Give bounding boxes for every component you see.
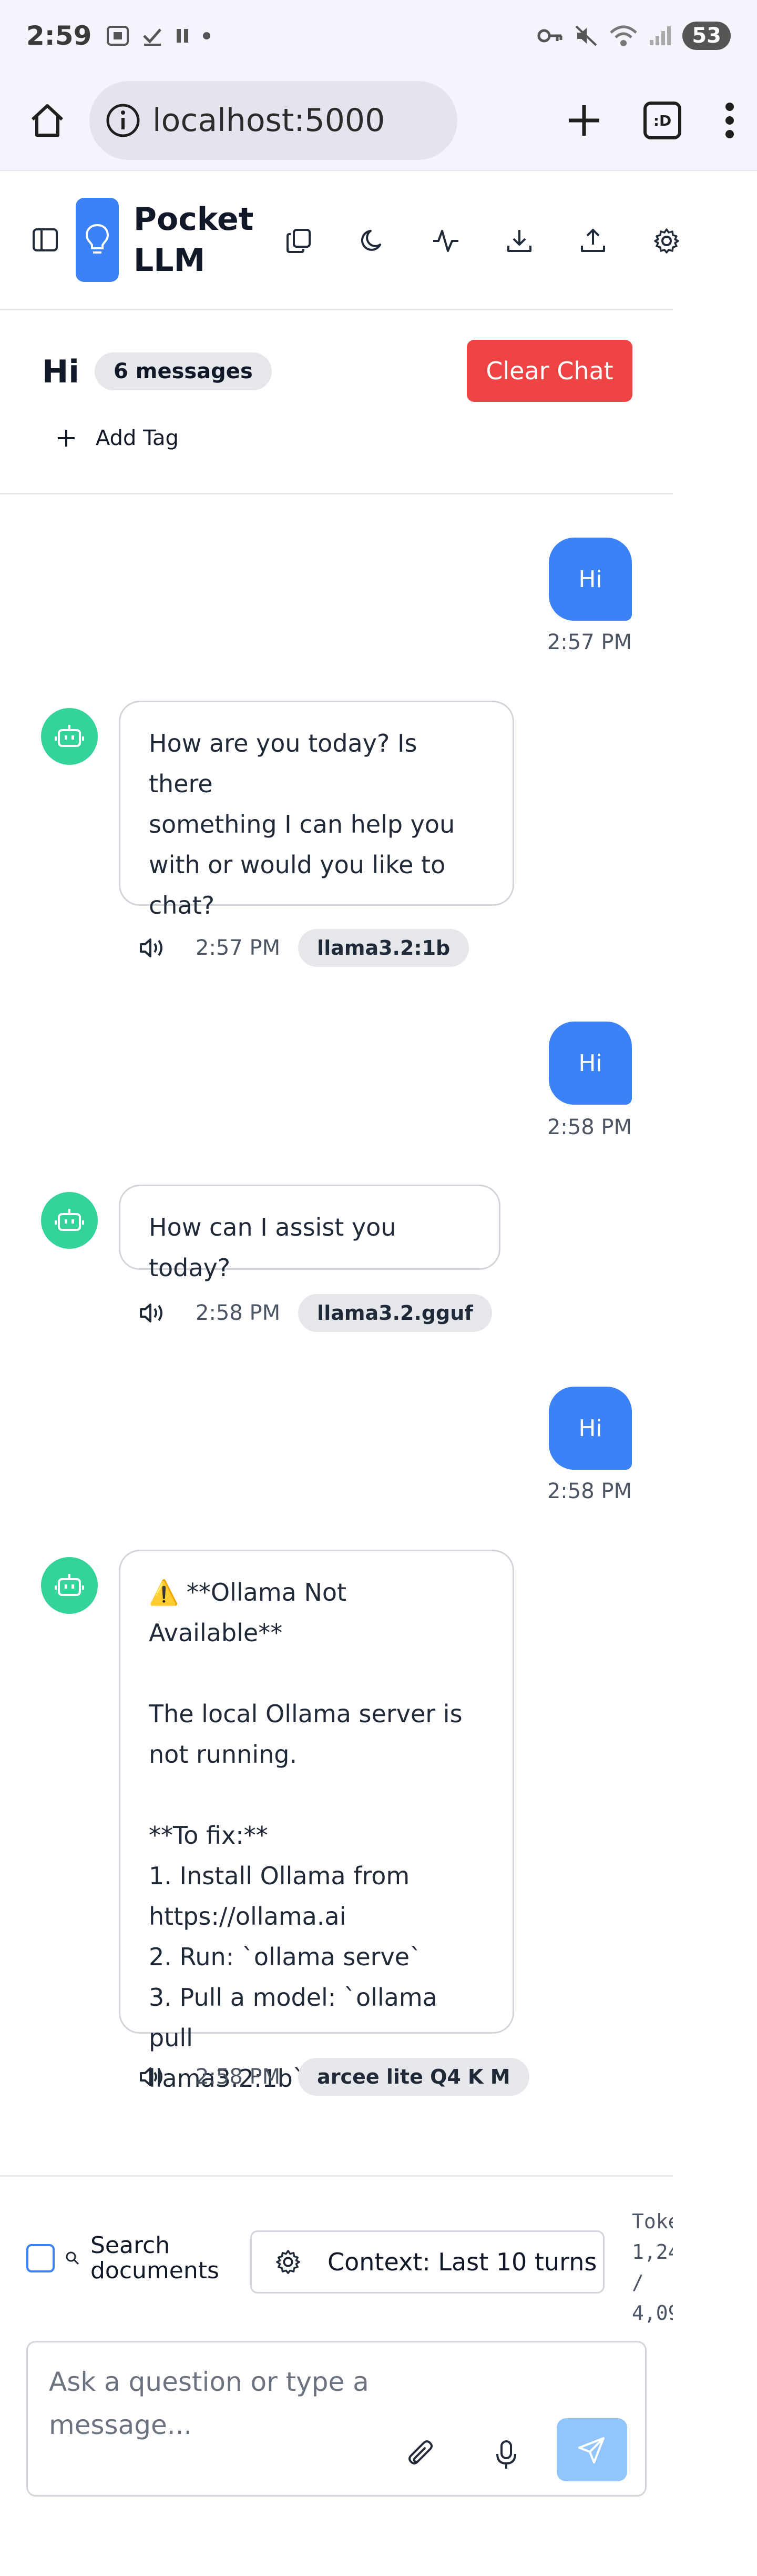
url-text[interactable]: localhost:5000 — [152, 102, 385, 139]
signal-icon — [650, 26, 671, 45]
user-message: Hi — [549, 1387, 632, 1470]
info-icon[interactable] — [105, 103, 141, 138]
wifi-icon — [610, 25, 638, 46]
message-input[interactable] — [49, 2360, 427, 2455]
attach-button[interactable] — [400, 2434, 442, 2476]
bot-icon — [55, 725, 84, 747]
message-time: 2:58 PM — [196, 2065, 281, 2089]
speaker-icon[interactable] — [139, 2065, 168, 2088]
add-tag-button[interactable]: Add Tag — [56, 426, 179, 450]
user-message: Hi — [549, 538, 632, 621]
send-button[interactable] — [557, 2418, 627, 2481]
assistant-message-meta: 2:58 PM arcee lite Q4 K M — [139, 2058, 529, 2096]
tab-switcher-label: :D — [653, 112, 672, 129]
status-bar: 2:59 53 — [0, 0, 757, 71]
bot-icon — [55, 1574, 84, 1596]
bot-avatar — [41, 708, 98, 765]
speaker-icon[interactable] — [139, 936, 168, 959]
search-icon — [66, 2251, 79, 2265]
user-message: Hi — [549, 1022, 632, 1105]
gear-icon — [276, 2250, 300, 2274]
download-icon — [507, 229, 531, 252]
bottom-divider — [0, 2175, 673, 2177]
clear-chat-button[interactable]: Clear Chat — [467, 340, 632, 402]
upload-icon — [581, 228, 605, 252]
address-bar[interactable]: localhost:5000 — [89, 81, 457, 160]
chat-header: Hi 6 messages Clear Chat Add Tag — [0, 310, 673, 494]
assistant-message-meta: 2:57 PM llama3.2:1b — [139, 929, 469, 967]
plus-icon — [58, 430, 75, 447]
message-count-badge: 6 messages — [95, 352, 272, 390]
context-button[interactable]: Context: Last 10 turns — [250, 2230, 605, 2294]
paperclip-icon — [408, 2440, 433, 2464]
activity-icon — [433, 229, 458, 252]
new-tab-icon[interactable] — [567, 103, 601, 138]
message-input-container — [26, 2341, 647, 2497]
battery-indicator: 53 — [682, 21, 731, 50]
home-button[interactable] — [21, 94, 74, 147]
copy-icon — [287, 228, 311, 253]
model-badge: llama3.2:1b — [298, 929, 469, 967]
download-button[interactable] — [505, 226, 534, 256]
status-notification-icons — [106, 25, 211, 46]
copy-button[interactable] — [284, 226, 313, 256]
model-badge: llama3.2.gguf — [298, 1294, 492, 1332]
more-vert-icon[interactable] — [723, 102, 736, 139]
status-time: 2:59 — [26, 20, 92, 51]
add-tag-label: Add Tag — [96, 426, 179, 450]
assistant-message: ⚠️ **Ollama Not Available** The local Ol… — [119, 1550, 514, 2093]
settings-button[interactable] — [652, 226, 681, 256]
app-logo — [76, 198, 119, 282]
activity-button[interactable] — [431, 226, 461, 256]
context-label: Context: Last 10 turns — [328, 2248, 597, 2276]
search-documents-checkbox[interactable] — [26, 2244, 55, 2272]
tab-switcher-button[interactable]: :D — [643, 102, 681, 139]
sidebar-toggle-icon[interactable] — [32, 226, 59, 254]
message-time: 2:57 PM — [547, 630, 632, 654]
status-system-icons: 53 — [537, 21, 731, 50]
pause-icon — [177, 28, 189, 43]
check-icon — [143, 28, 162, 46]
dark-mode-button[interactable] — [357, 226, 387, 256]
home-icon — [31, 104, 64, 137]
lightbulb-icon — [85, 224, 109, 254]
speaker-icon[interactable] — [139, 1301, 168, 1325]
gear-icon — [654, 228, 679, 254]
search-documents-toggle[interactable]: Search documents — [26, 2233, 219, 2284]
message-time: 2:58 PM — [196, 1301, 281, 1325]
send-icon — [578, 2437, 605, 2463]
mute-icon — [575, 25, 597, 46]
app-title: Pocket LLM — [134, 201, 254, 279]
token-counter: Toke 1,24 / 4,09 — [632, 2210, 673, 2325]
screenshot-icon — [107, 25, 129, 46]
upload-button[interactable] — [578, 226, 608, 256]
search-documents-label: Search documents — [90, 2232, 219, 2284]
microphone-icon — [496, 2440, 516, 2469]
key-icon — [537, 29, 562, 42]
moon-icon — [361, 229, 381, 251]
assistant-message-meta: 2:58 PM llama3.2.gguf — [139, 1294, 492, 1332]
bot-icon — [55, 1209, 84, 1231]
voice-input-button[interactable] — [485, 2434, 527, 2476]
chat-title: Hi — [42, 353, 79, 390]
app-header: Pocket LLM — [0, 171, 679, 310]
message-time: 2:57 PM — [196, 936, 281, 960]
assistant-message: How can I assist you today? — [119, 1185, 500, 1282]
bot-avatar — [41, 1192, 98, 1249]
dot-icon — [203, 32, 211, 39]
model-badge: arcee lite Q4 K M — [298, 2058, 529, 2096]
bot-avatar — [41, 1557, 98, 1614]
browser-toolbar: localhost:5000 :D — [0, 71, 757, 171]
message-time: 2:58 PM — [547, 1479, 632, 1503]
message-time: 2:58 PM — [547, 1115, 632, 1139]
assistant-message: How are you today? Is there something I … — [119, 701, 514, 920]
